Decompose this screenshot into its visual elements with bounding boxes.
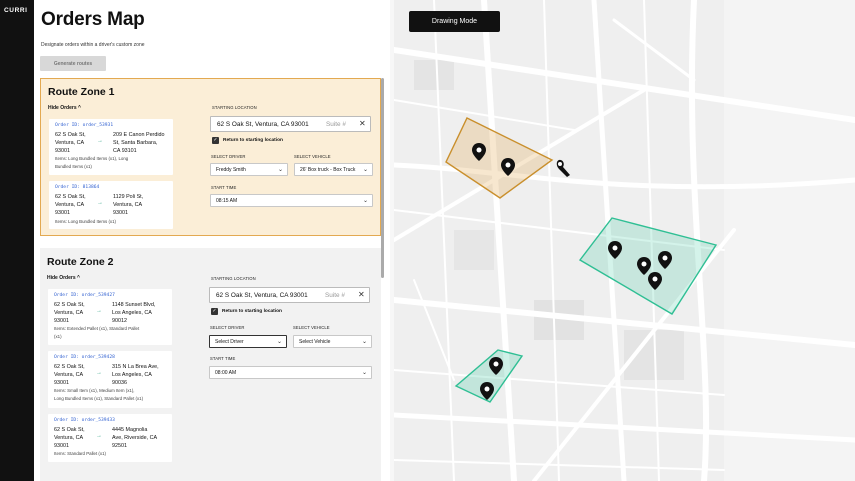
order-destination: 1148 Sunset Blvd, Los Angeles, CA 90012	[112, 302, 156, 324]
suite-input[interactable]: Suite #	[325, 292, 345, 299]
hide-orders-toggle[interactable]: Hide Orders ^	[48, 105, 81, 111]
start-time-select[interactable]: 08:00 AM ⌄	[209, 366, 372, 379]
arrow-right-icon: →	[96, 308, 102, 314]
order-id: Order ID: order_539427	[54, 293, 115, 298]
chevron-down-icon: ⌄	[362, 167, 368, 173]
order-items: Items: Long Bundled Items (x1), Long Bund…	[55, 156, 129, 169]
order-origin: 62 S Oak St, Ventura, CA 93001	[55, 132, 86, 154]
order-id: Order ID: order_53931	[55, 123, 114, 128]
map-canvas[interactable]: Drawing Mode	[394, 0, 855, 481]
map-pin-icon[interactable]	[648, 272, 662, 290]
map-pin-icon[interactable]	[472, 143, 486, 161]
starting-location-label: STARTING LOCATION	[212, 105, 257, 110]
map-pin-icon[interactable]	[489, 357, 503, 375]
order-id: Order ID: order_539433	[54, 418, 115, 423]
starting-location-label: STARTING LOCATION	[211, 276, 256, 281]
order-origin: 62 S Oak St, Ventura, CA 93001	[54, 364, 85, 386]
order-items: Items: Extended Pallet (x1), Standard Pa…	[54, 326, 140, 339]
location-value: 62 S Oak St, Ventura, CA 93001	[217, 121, 309, 128]
order-destination: 1129 Poli St, Ventura, CA 93001	[113, 194, 144, 216]
select-driver-label: SELECT DRIVER	[210, 325, 245, 330]
order-items: Items: Long Bundled Items (x1)	[55, 219, 117, 224]
chevron-down-icon: ⌄	[361, 370, 367, 376]
map-pin-icon[interactable]	[501, 158, 515, 176]
start-time-label: START TIME	[210, 356, 236, 361]
page-title: Orders Map	[41, 9, 145, 30]
order-destination: 315 N La Brea Ave, Los Angeles, CA 90036	[112, 364, 159, 386]
order-origin: 62 S Oak St, Ventura, CA 93001	[55, 194, 86, 216]
arrow-right-icon: →	[97, 200, 103, 206]
order-id: Order ID: order_539428	[54, 355, 115, 360]
panel-scrollbar[interactable]	[381, 78, 384, 278]
drawing-mode-button[interactable]: Drawing Mode	[409, 11, 500, 32]
arrow-right-icon: →	[96, 433, 102, 439]
start-time-label: START TIME	[211, 185, 237, 190]
order-origin: 62 S Oak St, Ventura, CA 93001	[54, 302, 85, 324]
select-driver-label: SELECT DRIVER	[211, 154, 246, 159]
zone-title: Route Zone 1	[48, 86, 115, 98]
return-label: Return to starting location	[222, 309, 282, 314]
location-value: 62 S Oak St, Ventura, CA 93001	[216, 292, 308, 299]
close-icon[interactable]: ✕	[359, 119, 366, 128]
map-pin-icon[interactable]	[608, 241, 622, 259]
order-card[interactable]: Order ID: order_53931 62 S Oak St, Ventur…	[49, 119, 173, 175]
map-pin-icon[interactable]	[480, 382, 494, 400]
curri-logo[interactable]: CURRI	[4, 7, 28, 14]
orders-panel: Orders Map Designate orders within a dri…	[34, 0, 390, 481]
order-card[interactable]: Order ID: order_539428 62 S Oak St, Ventu…	[48, 351, 172, 408]
chevron-down-icon: ⌄	[276, 339, 282, 345]
order-destination: 209 E Canon Perdido St, Santa Barbara, CA …	[113, 132, 165, 154]
order-card[interactable]: Order ID: order_539427 62 S Oak St, Ventu…	[48, 289, 172, 345]
vehicle-select[interactable]: 26' Box truck - Box Truck ⌄	[294, 163, 373, 176]
order-items: Items: Small Item (x1), Medium Item (x1)…	[54, 388, 144, 401]
close-icon[interactable]: ✕	[358, 290, 365, 299]
app-rail: CURRI	[0, 0, 34, 481]
vehicle-select[interactable]: Select Vehicle ⌄	[293, 335, 372, 348]
hide-orders-toggle[interactable]: Hide Orders ^	[47, 275, 80, 281]
zone-title: Route Zone 2	[47, 256, 114, 268]
route-zone-2: Route Zone 2 Hide Orders ^ Order ID: ord…	[40, 248, 381, 481]
generate-routes-button[interactable]: Generate routes	[40, 56, 106, 71]
start-time-select[interactable]: 08:15 AM ⌄	[210, 194, 373, 207]
select-vehicle-label: SELECT VEHICLE	[293, 325, 330, 330]
chevron-down-icon: ⌄	[361, 339, 367, 345]
return-checkbox[interactable]: ✓	[211, 308, 218, 315]
return-checkbox[interactable]: ✓	[212, 137, 219, 144]
return-label: Return to starting location	[223, 138, 283, 143]
map-base	[394, 0, 855, 481]
starting-location-input[interactable]: 62 S Oak St, Ventura, CA 93001 Suite # ✕	[210, 116, 371, 132]
order-card[interactable]: Order ID: order_539433 62 S Oak St, Ventu…	[48, 414, 172, 462]
suite-input[interactable]: Suite #	[326, 121, 346, 128]
order-destination: 4445 Magnolia Ave, Riverside, CA 92501	[112, 427, 158, 449]
arrow-right-icon: →	[96, 370, 102, 376]
order-card[interactable]: Order ID: 813864 62 S Oak St, Ventura, CA…	[49, 181, 173, 229]
select-vehicle-label: SELECT VEHICLE	[294, 154, 331, 159]
chevron-down-icon: ⌄	[277, 167, 283, 173]
route-zone-1: Route Zone 1 Hide Orders ^ Order ID: ord…	[40, 78, 381, 236]
chevron-down-icon: ⌄	[362, 198, 368, 204]
starting-location-input[interactable]: 62 S Oak St, Ventura, CA 93001 Suite # ✕	[209, 287, 370, 303]
vehicle-marker-icon[interactable]	[555, 158, 571, 178]
arrow-right-icon: →	[97, 138, 103, 144]
map-pin-icon[interactable]	[658, 251, 672, 269]
order-items: Items: Standard Pallet (x1)	[54, 451, 106, 456]
page-subtitle: Designate orders within a driver's custo…	[41, 42, 145, 48]
order-origin: 62 S Oak St, Ventura, CA 93001	[54, 427, 85, 449]
order-id: Order ID: 813864	[55, 185, 100, 190]
driver-select[interactable]: Select Driver ⌄	[209, 335, 287, 348]
driver-select[interactable]: Freddy Smith ⌄	[210, 163, 288, 176]
